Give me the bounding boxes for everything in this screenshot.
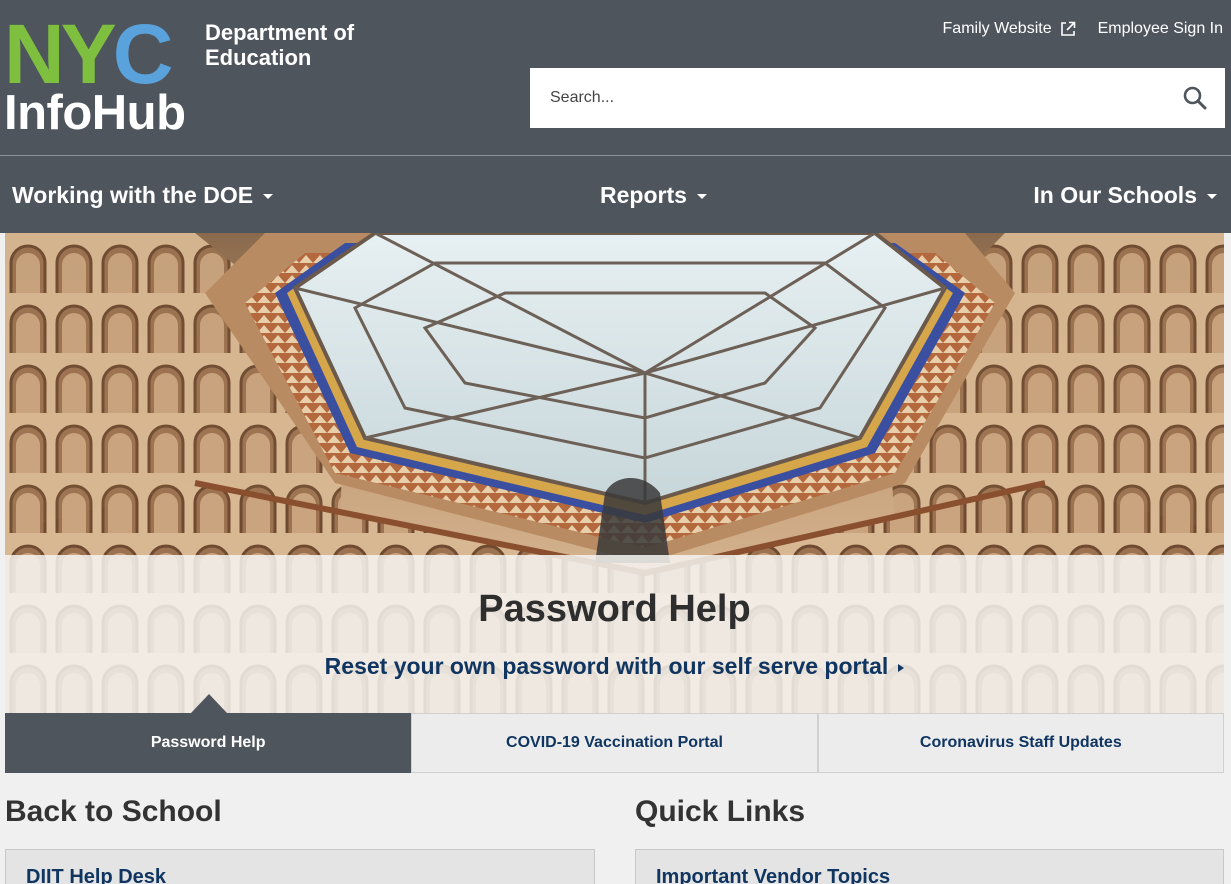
hero-tabs: Password Help COVID-19 Vaccination Porta… — [5, 713, 1224, 773]
nav-label: Reports — [600, 182, 687, 208]
doe-line-1: Department of — [205, 20, 355, 45]
search-bar — [530, 68, 1225, 128]
caret-right-icon — [898, 663, 905, 672]
search-button[interactable] — [1165, 68, 1225, 128]
search-input[interactable] — [530, 68, 1170, 128]
back-to-school-heading: Back to School — [5, 795, 222, 828]
search-icon — [1183, 86, 1207, 110]
nav-in-our-schools[interactable]: In Our Schools — [1033, 182, 1217, 209]
important-vendor-topics-link[interactable]: Important Vendor Topics — [656, 866, 890, 884]
diit-help-desk-link[interactable]: DIIT Help Desk — [26, 866, 166, 884]
active-tab-pointer — [191, 694, 227, 713]
nav-working-with-the-doe[interactable]: Working with the DOE — [12, 182, 274, 209]
back-to-school-card: DIIT Help Desk — [5, 849, 595, 884]
nav-label: In Our Schools — [1033, 182, 1197, 208]
employee-sign-in-link[interactable]: Employee Sign In — [1098, 20, 1223, 38]
hero-title: Password Help — [478, 588, 751, 630]
quick-links-card: Important Vendor Topics — [635, 849, 1224, 884]
nav-reports[interactable]: Reports — [600, 182, 707, 209]
doe-wordmark: Department of Education — [205, 20, 354, 70]
nyc-letter-y: Y — [60, 7, 117, 101]
nyc-wordmark: N Y C — [4, 7, 174, 101]
caret-down-icon — [1207, 194, 1217, 199]
nyc-letter-n: N — [4, 7, 65, 101]
tab-password-help[interactable]: Password Help — [5, 713, 412, 773]
tab-coronavirus-staff-updates[interactable]: Coronavirus Staff Updates — [817, 713, 1224, 773]
utility-links: Family Website Employee Sign In — [943, 20, 1223, 38]
family-website-link[interactable]: Family Website — [943, 20, 1076, 38]
hero-caption-overlay — [5, 555, 1224, 713]
caret-down-icon — [263, 194, 274, 199]
nyc-doe-infohub-logo[interactable]: N Y C Department of Education InfoHub — [4, 7, 384, 140]
hero-banner: Password Help Reset your own password wi… — [5, 233, 1224, 713]
infohub-wordmark: InfoHub — [4, 86, 186, 140]
site-header: N Y C Department of Education InfoHub Fa… — [0, 0, 1231, 155]
nav-label: Working with the DOE — [12, 182, 254, 208]
external-link-icon — [1060, 21, 1075, 36]
caret-down-icon — [696, 194, 707, 199]
doe-line-2: Education — [205, 45, 312, 70]
hero-link-label: Reset your own password with our self se… — [324, 653, 889, 679]
hero-link-self-serve-portal[interactable]: Reset your own password with our self se… — [5, 653, 1224, 680]
quick-links-heading: Quick Links — [635, 795, 806, 828]
nyc-letter-c: C — [112, 7, 174, 101]
family-website-label: Family Website — [942, 20, 1052, 37]
employee-sign-in-label: Employee Sign In — [1097, 20, 1223, 37]
main-nav: Working with the DOE Reports In Our Scho… — [0, 155, 1231, 233]
tab-covid-19-vaccination-portal[interactable]: COVID-19 Vaccination Portal — [411, 713, 818, 773]
